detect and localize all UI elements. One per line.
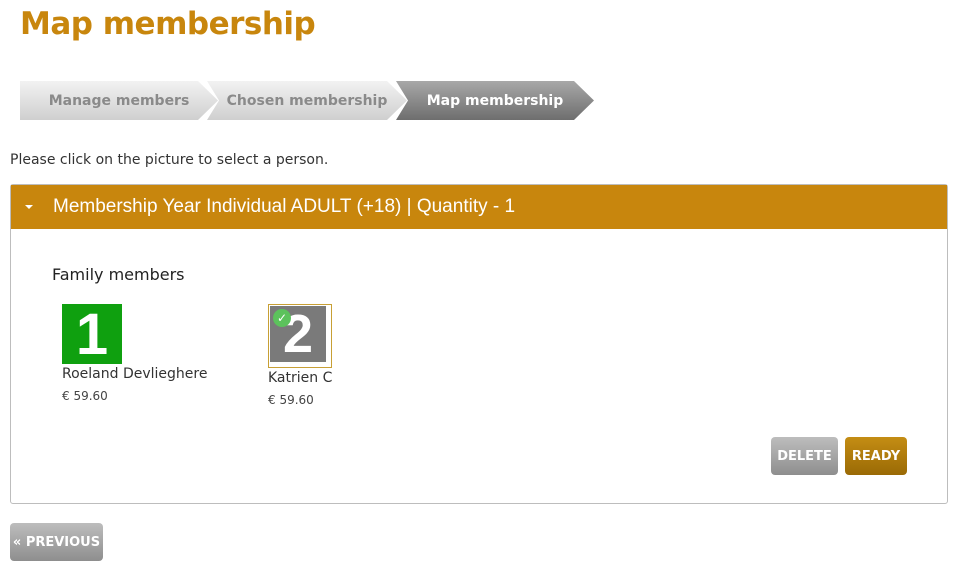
check-icon: ✓ — [273, 309, 291, 327]
member-avatar-2[interactable]: 2 ✓ — [268, 304, 332, 368]
panel-header[interactable]: Membership Year Individual ADULT (+18) |… — [11, 185, 947, 229]
wizard-step-label: Map membership — [426, 92, 564, 109]
member-avatar-1[interactable]: 1 — [62, 302, 122, 367]
family-members-title: Family members — [52, 265, 185, 284]
member-price: € 59.60 — [62, 389, 108, 403]
member-name: Katrien C — [268, 370, 333, 386]
wizard-step-map-membership[interactable]: Map membership — [396, 81, 594, 120]
wizard-step-label: Manage members — [48, 92, 190, 109]
page-title: Map membership — [20, 6, 316, 42]
avatar-number: 1 — [75, 301, 109, 367]
instruction-text: Please click on the picture to select a … — [10, 152, 329, 168]
wizard-step-label: Chosen membership — [226, 92, 388, 109]
previous-button[interactable]: « PREVIOUS — [10, 523, 103, 561]
member-name: Roeland Devlieghere — [62, 366, 208, 382]
caret-down-icon[interactable] — [25, 205, 33, 209]
wizard-step-manage-members[interactable]: Manage members — [20, 81, 218, 120]
membership-panel: Membership Year Individual ADULT (+18) |… — [10, 184, 948, 504]
member-price: € 59.60 — [268, 393, 314, 407]
ready-button[interactable]: READY — [845, 437, 907, 475]
wizard-step-chosen-membership[interactable]: Chosen membership — [207, 81, 407, 120]
previous-button-label: « PREVIOUS — [12, 534, 101, 550]
ready-button-label: READY — [851, 448, 901, 464]
member-card: 2 ✓ Katrien C € 59.60 — [268, 304, 448, 407]
delete-button[interactable]: DELETE — [771, 437, 838, 475]
panel-title: Membership Year Individual ADULT (+18) |… — [53, 196, 516, 217]
delete-button-label: DELETE — [777, 448, 832, 464]
member-card: 1 Roeland Devlieghere € 59.60 — [62, 302, 242, 403]
